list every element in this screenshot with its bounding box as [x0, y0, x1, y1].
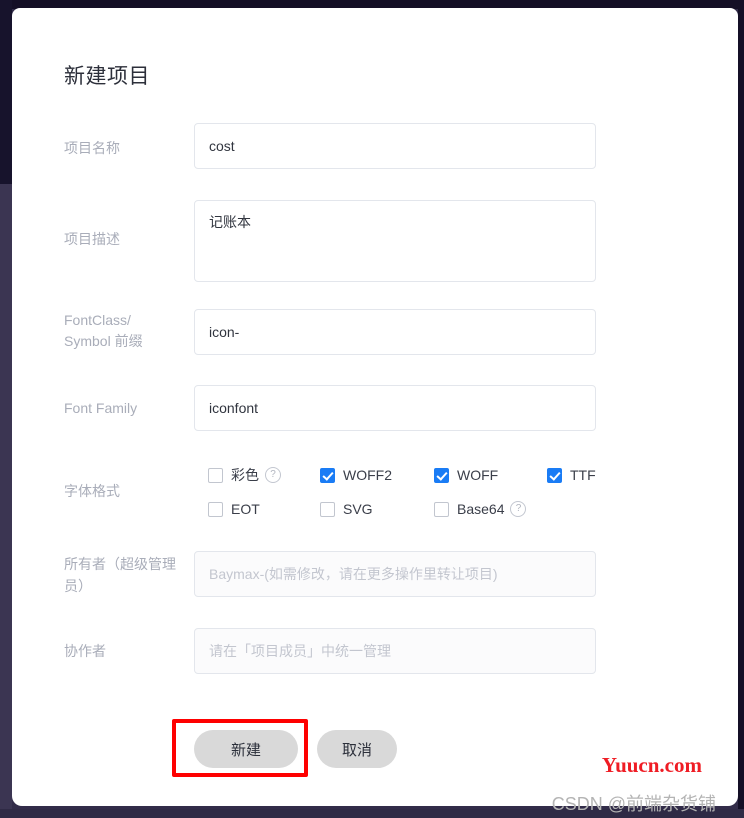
collaborators-placeholder: 请在「项目成员」中统一管理	[209, 643, 391, 659]
checkbox-label-svg: SVG	[343, 501, 373, 517]
label-project-description: 项目描述	[64, 231, 120, 247]
checkbox-item-base64[interactable]: Base64 ?	[434, 492, 527, 526]
checkbox-item-color[interactable]: 彩色 ?	[208, 458, 281, 492]
app-sidebar-lower-strip	[0, 184, 12, 818]
checkbox-label-base64: Base64	[457, 501, 505, 517]
checkbox-item-eot[interactable]: EOT	[208, 492, 260, 526]
label-fontclass-prefix: FontClass/ Symbol 前缀	[64, 312, 143, 349]
checkbox-box-woff2[interactable]	[320, 467, 335, 483]
project-description-textarea[interactable]: 记账本	[194, 200, 596, 282]
label-owner: 所有者（超级管理员）	[64, 556, 176, 594]
checkbox-label-woff: WOFF	[457, 467, 499, 483]
backdrop-right-band	[738, 0, 744, 818]
label-font-family: Font Family	[64, 400, 138, 416]
help-icon-base64[interactable]: ?	[510, 501, 527, 517]
font-family-input[interactable]: iconfont	[194, 385, 596, 431]
label-collaborators: 协作者	[64, 643, 106, 659]
label-font-format: 字体格式	[64, 483, 120, 499]
watermark-yuucn: Yuucn.com	[601, 753, 702, 777]
checkbox-label-eot: EOT	[231, 501, 260, 517]
checkbox-label-color: 彩色	[231, 467, 259, 483]
create-button[interactable]: 新建	[194, 730, 298, 768]
collaborators-input: 请在「项目成员」中统一管理	[194, 628, 596, 674]
checkbox-box-ttf[interactable]	[547, 467, 562, 483]
watermark-csdn: CSDN @前端杂货铺	[551, 794, 716, 814]
project-name-input[interactable]: cost	[194, 123, 596, 169]
checkbox-item-woff2[interactable]: WOFF2	[320, 458, 392, 492]
app-sidebar-upper-strip	[0, 0, 12, 184]
cancel-button[interactable]: 取消	[317, 730, 397, 768]
owner-input: Baymax-(如需修改，请在更多操作里转让项目)	[194, 551, 596, 597]
label-project-name: 项目名称	[64, 140, 120, 156]
checkbox-label-ttf: TTF	[570, 467, 596, 483]
checkbox-item-svg[interactable]: SVG	[320, 492, 373, 526]
checkbox-label-woff2: WOFF2	[343, 467, 392, 483]
checkbox-item-ttf[interactable]: TTF	[547, 458, 596, 492]
help-icon-color[interactable]: ?	[265, 467, 281, 483]
owner-placeholder: Baymax-(如需修改，请在更多操作里转让项目)	[209, 566, 498, 582]
fontclass-prefix-input[interactable]: icon-	[194, 309, 596, 355]
new-project-dialog: 新建项目 项目名称 cost 项目描述 记账本 FontClass/ Symbo…	[12, 8, 738, 814]
checkbox-item-woff[interactable]: WOFF	[434, 458, 498, 492]
checkbox-box-eot[interactable]	[208, 501, 223, 517]
checkbox-box-base64[interactable]	[434, 501, 449, 517]
checkbox-box-color[interactable]	[208, 467, 223, 483]
checkbox-box-woff[interactable]	[434, 467, 449, 483]
dialog-title: 新建项目	[64, 65, 150, 88]
checkbox-box-svg[interactable]	[320, 501, 335, 517]
